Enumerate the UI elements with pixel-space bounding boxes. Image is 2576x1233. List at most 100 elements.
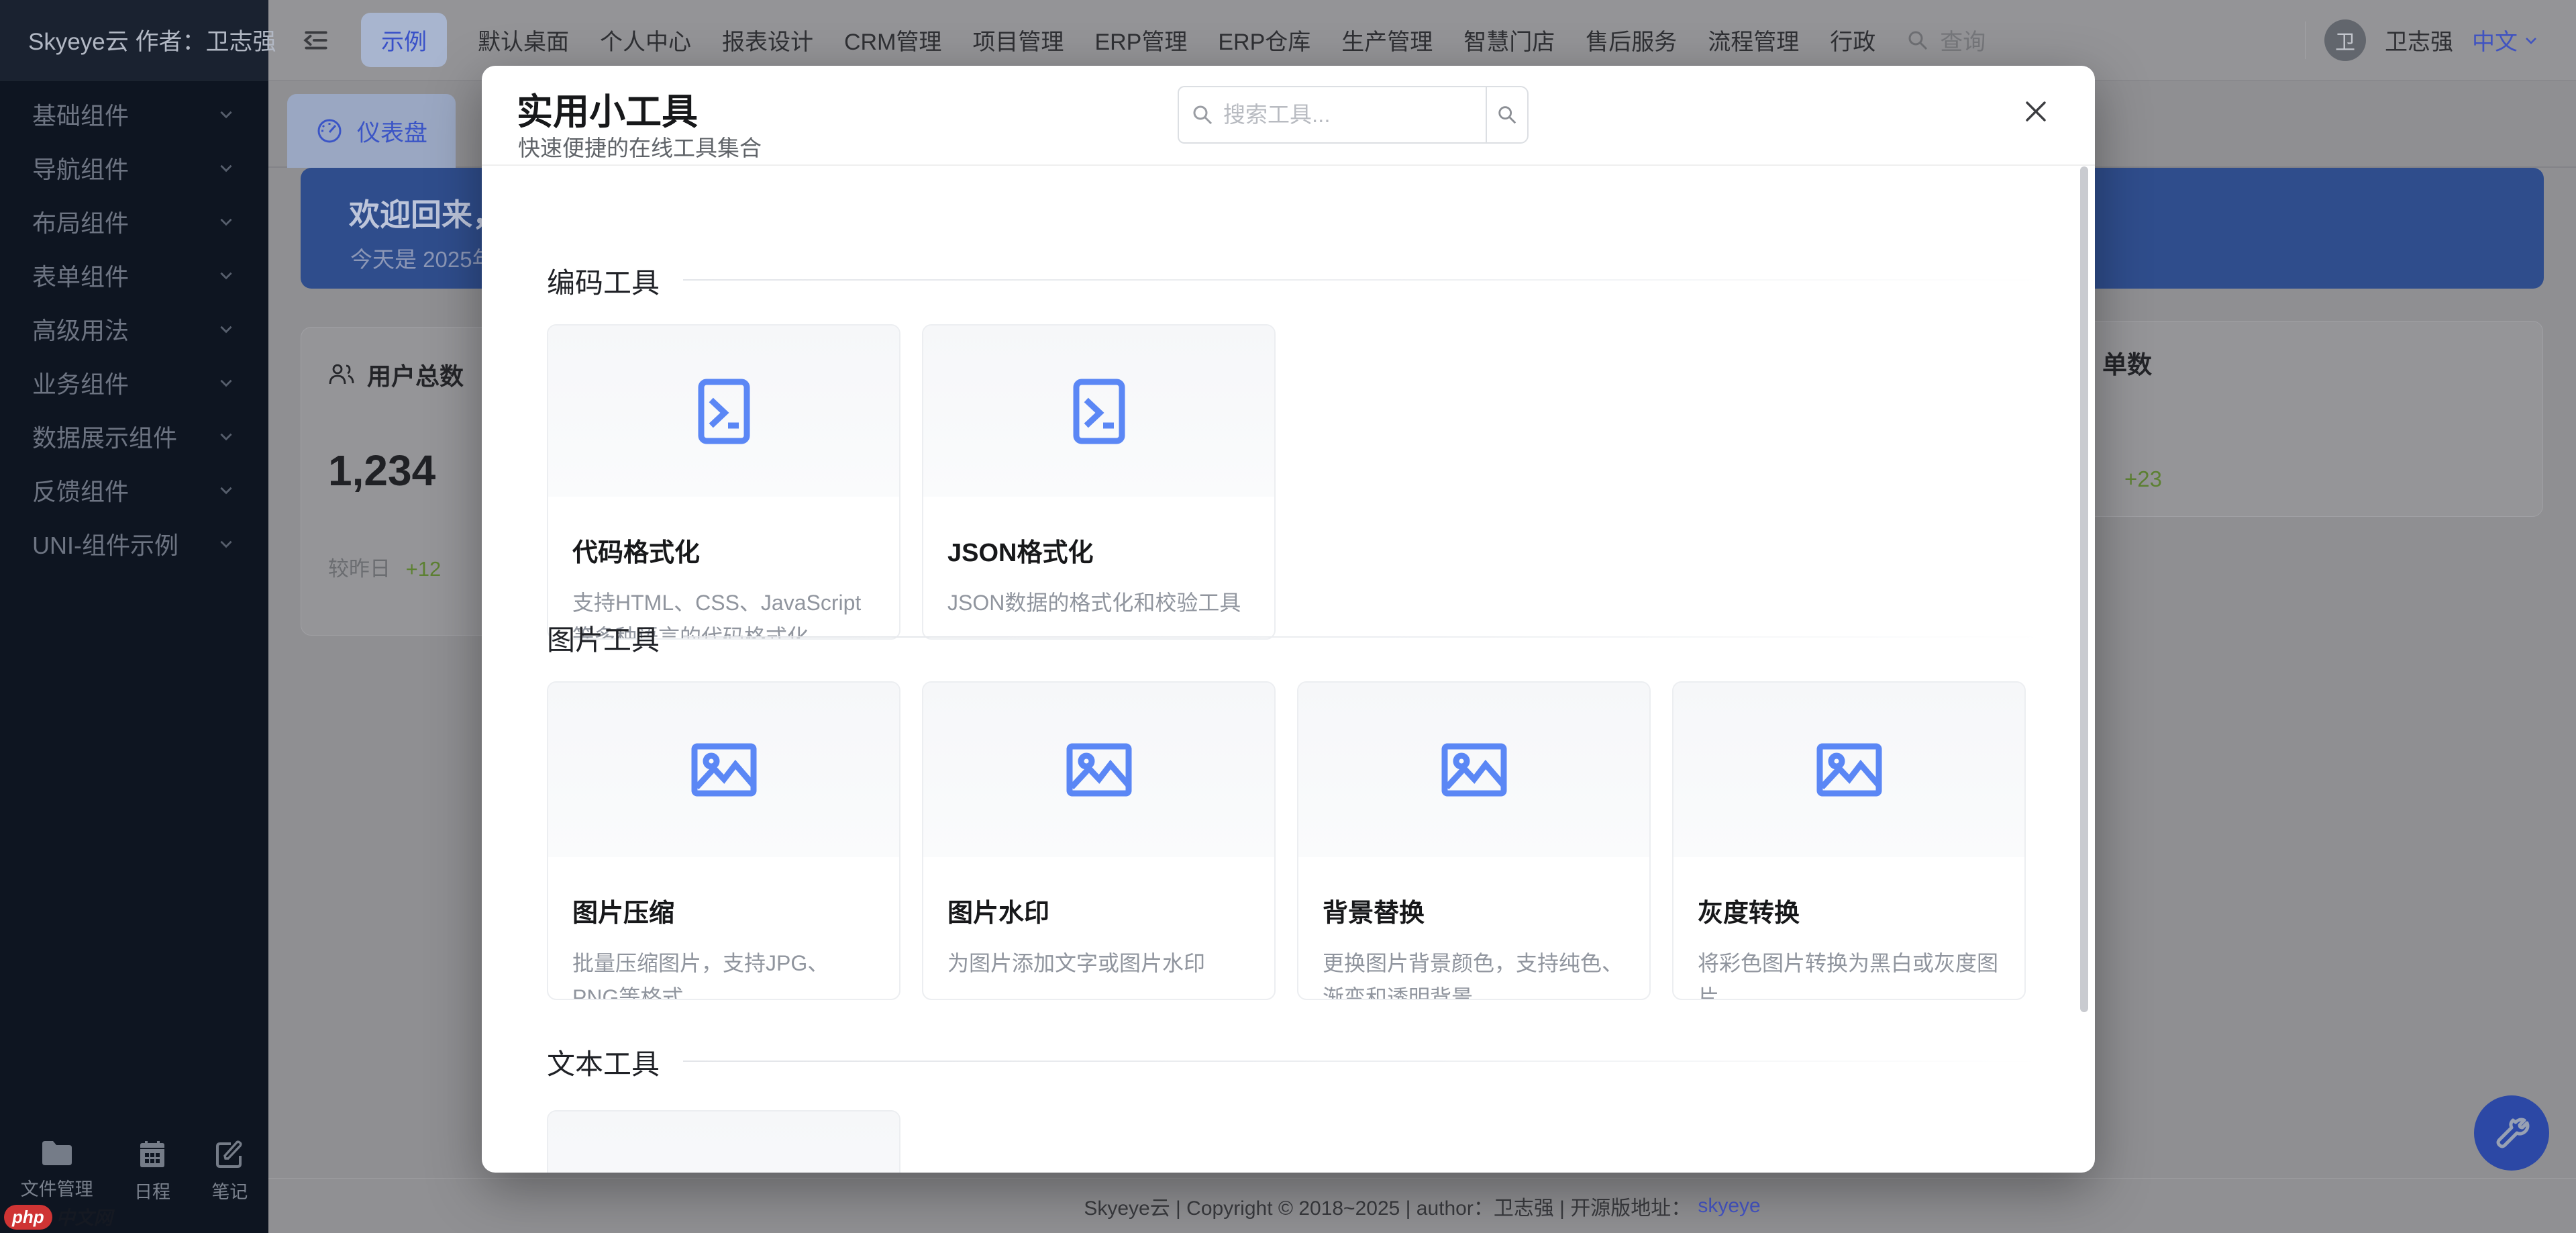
nav-tab-default-desktop[interactable]: 默认桌面 xyxy=(478,23,569,56)
sidebar-item-navigation[interactable]: 导航组件 xyxy=(0,141,268,195)
stat-delta-value: +23 xyxy=(2124,466,2162,492)
modal-title: 实用小工具 xyxy=(517,82,698,135)
tools-fab-button[interactable] xyxy=(2474,1095,2549,1171)
image-icon xyxy=(1441,743,1507,797)
sidebar-schedule[interactable]: 日程 xyxy=(134,1140,170,1203)
sidebar-file-manager[interactable]: 文件管理 xyxy=(21,1140,93,1203)
app-logo: Skyeye云 作者：卫志强 xyxy=(0,0,268,81)
section-divider xyxy=(683,1061,2045,1062)
language-switcher[interactable]: 中文 xyxy=(2472,23,2539,56)
tool-name: JSON格式化 xyxy=(947,532,1250,569)
nav-right: 卫 卫志强 中文 xyxy=(2305,19,2539,61)
tab-dashboard[interactable]: 仪表盘 xyxy=(287,94,456,168)
modal-subtitle: 快速便捷的在线工具集合 xyxy=(518,130,762,162)
avatar[interactable]: 卫 xyxy=(2324,19,2366,61)
stat-label: 用户总数 xyxy=(367,357,464,392)
sidebar-item-basic[interactable]: 基础组件 xyxy=(0,87,268,141)
sidebar-menu: 基础组件 导航组件 布局组件 表单组件 高级用法 业务组件 数据展示组件 反馈 xyxy=(0,87,268,571)
chevron-down-icon xyxy=(217,266,235,284)
tab-dashboard-label: 仪表盘 xyxy=(357,114,427,148)
nav-tab-project[interactable]: 项目管理 xyxy=(972,23,1064,56)
users-icon xyxy=(328,362,355,387)
welcome-title: 欢迎回来， xyxy=(349,191,503,235)
tool-card-image-compress[interactable]: 图片压缩 批量压缩图片，支持JPG、PNG等格式 xyxy=(547,681,900,1000)
close-icon[interactable] xyxy=(2018,94,2053,129)
page-footer: Skyeye云 | Copyright © 2018~2025 | author… xyxy=(268,1178,2576,1233)
search-button[interactable] xyxy=(1486,86,1529,144)
tool-name: 代码格式化 xyxy=(572,532,875,569)
tool-card-text-partial[interactable] xyxy=(547,1110,900,1173)
footer-text: Skyeye云 | Copyright © 2018~2025 | author… xyxy=(1084,1191,1691,1221)
tool-card-image-watermark[interactable]: 图片水印 为图片添加文字或图片水印 xyxy=(922,681,1276,1000)
nav-search[interactable]: 查询 xyxy=(1906,23,1986,56)
sidebar-item-label: UNI-组件示例 xyxy=(32,526,178,561)
sidebar-notes[interactable]: 笔记 xyxy=(211,1140,248,1203)
sidebar-item-uni-examples[interactable]: UNI-组件示例 xyxy=(0,517,268,571)
sidebar-foot-label: 笔记 xyxy=(211,1177,248,1203)
nav-tab-after-sales[interactable]: 售后服务 xyxy=(1586,23,1677,56)
sidebar-item-label: 反馈组件 xyxy=(32,473,129,507)
chevron-down-icon xyxy=(2523,32,2539,48)
sidebar-item-form[interactable]: 表单组件 xyxy=(0,248,268,302)
sidebar: Skyeye云 作者：卫志强 基础组件 导航组件 布局组件 表单组件 高级用法 … xyxy=(0,0,268,1233)
section-title-coding: 编码工具 xyxy=(547,260,660,301)
nav-tab-production[interactable]: 生产管理 xyxy=(1341,23,1433,56)
nav-tab-examples[interactable]: 示例 xyxy=(361,13,447,67)
nav-tab-smart-store[interactable]: 智慧门店 xyxy=(1463,23,1555,56)
tool-desc: JSON数据的格式化和校验工具 xyxy=(947,586,1250,620)
tool-name: 灰度转换 xyxy=(1698,892,2000,929)
chevron-down-icon xyxy=(217,481,235,499)
folder-icon xyxy=(41,1140,73,1167)
nav-tab-report-design[interactable]: 报表设计 xyxy=(722,23,813,56)
tool-desc: 将彩色图片转换为黑白或灰度图片 xyxy=(1698,946,2000,1000)
sidebar-foot-label: 日程 xyxy=(134,1177,170,1203)
sidebar-foot-label: 文件管理 xyxy=(21,1175,93,1201)
section-title-text: 文本工具 xyxy=(547,1042,660,1083)
tool-name: 图片水印 xyxy=(947,892,1250,929)
image-icon xyxy=(1066,743,1132,797)
sidebar-footer: 文件管理 日程 笔记 xyxy=(0,1140,268,1203)
tool-desc: 为图片添加文字或图片水印 xyxy=(947,946,1250,981)
modal-search xyxy=(1178,86,1529,144)
tool-card-code-format[interactable]: 代码格式化 支持HTML、CSS、JavaScript等多种语言的代码格式化 xyxy=(547,324,900,640)
stat-delta-value: +12 xyxy=(406,557,442,581)
menu-fold-icon[interactable] xyxy=(302,26,330,54)
php-watermark: php 中文网 xyxy=(4,1203,113,1230)
tool-card-grayscale[interactable]: 灰度转换 将彩色图片转换为黑白或灰度图片 xyxy=(1672,681,2026,1000)
nav-tab-admin[interactable]: 行政 xyxy=(1830,23,1875,56)
modal-scrollbar[interactable] xyxy=(2080,166,2088,1012)
sidebar-item-feedback[interactable]: 反馈组件 xyxy=(0,463,268,517)
stat-label: 单数 xyxy=(2102,344,2152,381)
stat-delta-row: 较昨日 +12 xyxy=(328,552,441,582)
sidebar-item-label: 表单组件 xyxy=(32,258,129,293)
nav-tab-process[interactable]: 流程管理 xyxy=(1708,23,1799,56)
tool-card-json-format[interactable]: JSON格式化 JSON数据的格式化和校验工具 xyxy=(922,324,1276,640)
tool-name: 背景替换 xyxy=(1323,892,1625,929)
sidebar-item-data-display[interactable]: 数据展示组件 xyxy=(0,409,268,463)
nav-tab-erp[interactable]: ERP管理 xyxy=(1094,23,1187,56)
sidebar-item-label: 高级用法 xyxy=(32,311,129,346)
sidebar-item-label: 业务组件 xyxy=(32,365,129,400)
search-icon xyxy=(1191,103,1214,126)
footer-opensource-link[interactable]: skyeye xyxy=(1698,1195,1760,1218)
tool-card-background-replace[interactable]: 背景替换 更换图片背景颜色，支持纯色、渐变和透明背景 xyxy=(1297,681,1651,1000)
section-divider xyxy=(683,279,2045,281)
sidebar-item-layout[interactable]: 布局组件 xyxy=(0,195,268,248)
section-title-image: 图片工具 xyxy=(547,618,660,658)
image-icon xyxy=(691,743,757,797)
user-name[interactable]: 卫志强 xyxy=(2385,23,2453,56)
tool-desc: 更换图片背景颜色，支持纯色、渐变和透明背景 xyxy=(1323,946,1625,1000)
nav-tab-crm[interactable]: CRM管理 xyxy=(844,23,941,56)
sidebar-item-business[interactable]: 业务组件 xyxy=(0,356,268,409)
chevron-down-icon xyxy=(217,428,235,445)
nav-tab-erp-warehouse[interactable]: ERP仓库 xyxy=(1218,23,1310,56)
tool-search-input[interactable] xyxy=(1178,86,1486,144)
tool-name: 图片压缩 xyxy=(572,892,875,929)
nav-tab-personal-center[interactable]: 个人中心 xyxy=(600,23,691,56)
sidebar-item-advanced[interactable]: 高级用法 xyxy=(0,302,268,356)
language-label: 中文 xyxy=(2472,23,2518,56)
stat-value: 1,234 xyxy=(328,446,435,495)
chevron-down-icon xyxy=(217,374,235,391)
nav-divider xyxy=(2305,21,2306,59)
modal-header-divider xyxy=(482,164,2095,166)
